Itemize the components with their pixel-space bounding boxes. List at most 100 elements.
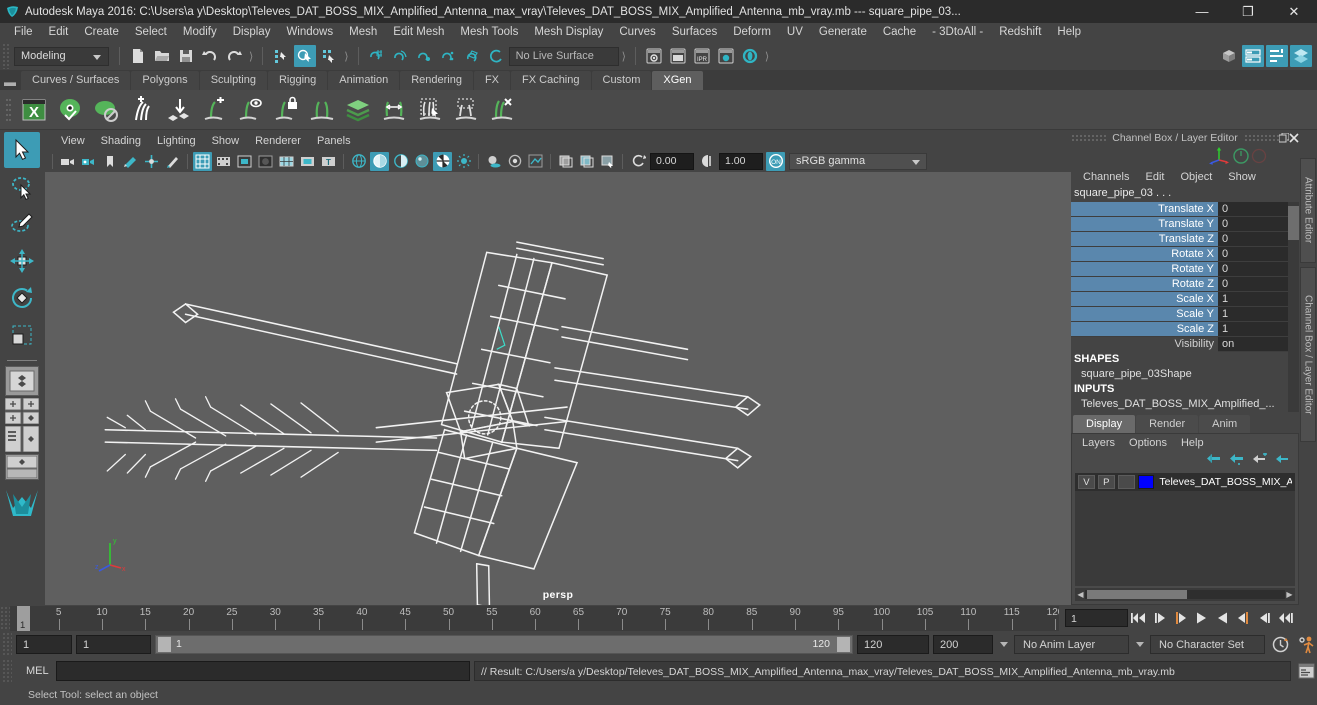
shelf-tab-curves-surfaces[interactable]: Curves / Surfaces [21, 71, 131, 90]
shelf-tab-rendering[interactable]: Rendering [400, 71, 473, 90]
exposure-icon[interactable] [628, 152, 647, 171]
scale-tool[interactable] [4, 317, 40, 353]
attribute-row[interactable]: Visibility on [1071, 337, 1299, 352]
image-plane-icon[interactable] [121, 152, 140, 171]
layer-tab-render[interactable]: Render [1136, 415, 1199, 433]
xgen-duplicate-icon[interactable] [305, 93, 339, 127]
attribute-row[interactable]: Scale Z 1 [1071, 322, 1299, 337]
grid-toggle-icon[interactable] [193, 151, 212, 171]
layer-list-hscrollbar[interactable]: ◀ ▶ [1075, 588, 1295, 601]
step-back-frame-icon[interactable] [1171, 608, 1190, 628]
color-management-toggle-icon[interactable]: ON [766, 151, 785, 171]
channel-menu-show[interactable]: Show [1220, 171, 1264, 183]
field-chart-icon[interactable] [277, 152, 296, 171]
anim-start-field[interactable]: 1 [16, 634, 72, 654]
anim-layer-chevron-down-icon[interactable] [997, 635, 1010, 654]
viewport-menu-lighting[interactable]: Lighting [149, 135, 204, 147]
attribute-value[interactable]: 1 [1218, 307, 1299, 322]
menu-help[interactable]: Help [1049, 23, 1089, 42]
layer-state-toggle[interactable] [1117, 475, 1135, 489]
close-button[interactable]: ✕ [1271, 0, 1317, 23]
render-current-frame-icon[interactable] [667, 45, 689, 67]
shelf-tab-xgen[interactable]: XGen [652, 71, 703, 90]
menu-mesh-display[interactable]: Mesh Display [526, 23, 611, 42]
time-slider[interactable]: 1 5 10 15 20 25 30 35 40 45 50 55 60 65 70 75 80 85 90 95 1… [10, 605, 1059, 631]
scroll-track[interactable] [1085, 590, 1285, 599]
anim-layer-select[interactable]: No Anim Layer [1014, 634, 1129, 654]
shape-node-item[interactable]: square_pipe_03Shape [1071, 367, 1299, 382]
range-start-handle[interactable] [158, 636, 171, 652]
auto-keyframe-icon[interactable] [1269, 633, 1291, 655]
menu-deform[interactable]: Deform [725, 23, 779, 42]
toolbar-grip[interactable] [2, 43, 11, 69]
maximize-button[interactable]: ❐ [1225, 0, 1271, 23]
xgen-distribute-icon[interactable] [377, 93, 411, 127]
channel-menu-channels[interactable]: Channels [1075, 171, 1137, 183]
render-settings-icon[interactable] [715, 45, 737, 67]
shelf-tab-rigging[interactable]: Rigging [267, 71, 328, 90]
collapse-arrow-icon[interactable]: ⟩ [344, 50, 348, 63]
xgen-add-description-icon[interactable] [125, 93, 159, 127]
menu-mesh-tools[interactable]: Mesh Tools [452, 23, 526, 42]
menu-modify[interactable]: Modify [175, 23, 225, 42]
snap-to-point-icon[interactable] [414, 45, 436, 67]
xgen-grow-icon[interactable] [197, 93, 231, 127]
persp-outliner-layout-icon[interactable] [4, 426, 39, 452]
gate-mask-icon[interactable] [256, 152, 275, 171]
exposure-field[interactable]: 0.00 [650, 152, 694, 170]
menu-create[interactable]: Create [76, 23, 127, 42]
snap-to-projected-center-icon[interactable] [438, 45, 460, 67]
menu-surfaces[interactable]: Surfaces [664, 23, 725, 42]
new-layer-icon[interactable] [1252, 452, 1267, 469]
command-language-label[interactable]: MEL [16, 665, 52, 677]
layer-list[interactable]: V P Televes_DAT_BOSS_MIX_A [1075, 473, 1295, 586]
sidebar-toggle-tool-icon[interactable] [1266, 45, 1288, 67]
gamma-field[interactable]: 1.00 [719, 152, 763, 170]
shelf-menu-icon[interactable]: ▬ [2, 74, 18, 90]
select-by-hierarchy-icon[interactable] [270, 45, 292, 67]
step-forward-frame-icon[interactable] [1234, 608, 1253, 628]
safe-title-icon[interactable]: T [319, 152, 338, 171]
close-icon[interactable] [1289, 132, 1299, 144]
attribute-row[interactable]: Translate X 0 [1071, 202, 1299, 217]
paint-select-tool[interactable] [4, 206, 40, 242]
four-pane-layout-icon[interactable] [4, 398, 39, 424]
shadows-icon[interactable] [484, 152, 503, 171]
snap-to-curve-icon[interactable] [390, 45, 412, 67]
resolution-gate-icon[interactable] [235, 152, 254, 171]
side-tab-channel-box[interactable]: Channel Box / Layer Editor [1300, 267, 1316, 442]
hypershade-icon[interactable] [739, 45, 761, 67]
attribute-value[interactable]: 0 [1218, 277, 1299, 292]
current-frame-field[interactable]: 1 [1065, 609, 1128, 627]
menu-mesh[interactable]: Mesh [341, 23, 385, 42]
attribute-value[interactable]: 0 [1218, 232, 1299, 247]
camera-attributes-icon[interactable] [79, 152, 98, 171]
xray-icon[interactable] [556, 152, 575, 171]
attribute-value[interactable]: 1 [1218, 322, 1299, 337]
menu-select[interactable]: Select [127, 23, 175, 42]
animation-preferences-icon[interactable] [1295, 633, 1317, 655]
viewport-menu-shading[interactable]: Shading [93, 135, 149, 147]
xgen-preview-icon[interactable] [53, 93, 87, 127]
make-live-icon[interactable] [486, 45, 508, 67]
shelf-tab-fx[interactable]: FX [473, 71, 511, 90]
bookmark-icon[interactable] [100, 152, 119, 171]
gamma-icon[interactable] [697, 152, 716, 171]
attribute-value[interactable]: 1 [1218, 292, 1299, 307]
shelf-tab-custom[interactable]: Custom [591, 71, 652, 90]
xray-joints-icon[interactable] [577, 152, 596, 171]
move-layer-up-icon[interactable] [1206, 453, 1221, 469]
attribute-row[interactable]: Rotate Z 0 [1071, 277, 1299, 292]
smooth-shade-all-icon[interactable] [370, 151, 389, 171]
menu-windows[interactable]: Windows [278, 23, 341, 42]
xgen-preview-guide-icon[interactable] [233, 93, 267, 127]
open-scene-icon[interactable] [151, 45, 173, 67]
range-slider-grip[interactable] [2, 632, 12, 656]
channel-menu-object[interactable]: Object [1172, 171, 1220, 183]
attribute-row[interactable]: Translate Z 0 [1071, 232, 1299, 247]
ipr-render-icon[interactable]: IPR [691, 45, 713, 67]
command-line-grip[interactable] [2, 659, 12, 683]
xgen-layers-icon[interactable] [341, 93, 375, 127]
attribute-value[interactable]: 0 [1218, 217, 1299, 232]
menu-cache[interactable]: Cache [875, 23, 924, 42]
